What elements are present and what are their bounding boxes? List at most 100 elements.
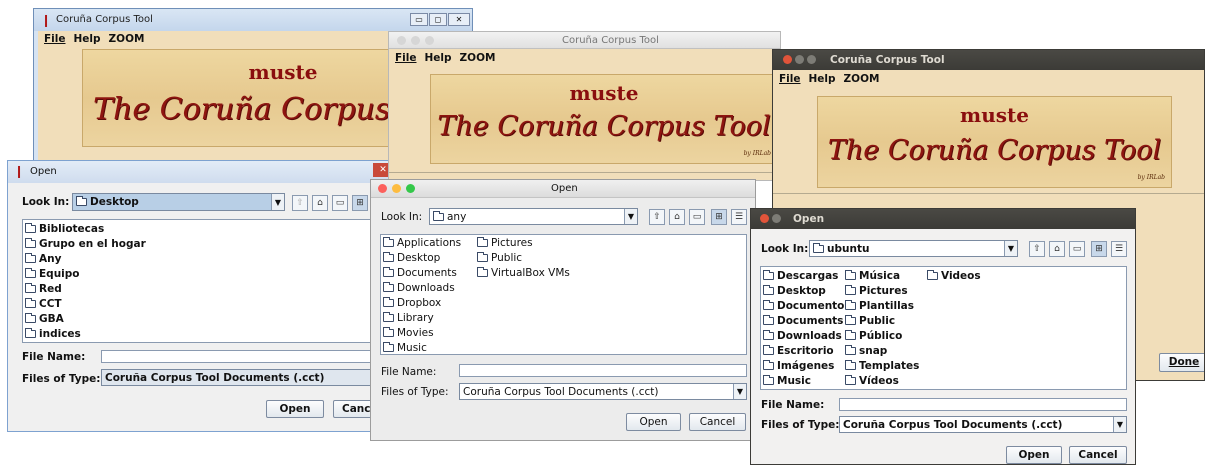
list-item[interactable]: Música — [845, 270, 900, 282]
chevron-down-icon[interactable]: ▼ — [624, 209, 637, 224]
minimize-button[interactable] — [795, 55, 804, 64]
list-item[interactable]: Bibliotecas — [25, 223, 104, 235]
list-item[interactable]: Templates — [845, 360, 919, 372]
chevron-down-icon[interactable]: ▼ — [1113, 417, 1126, 432]
chevron-down-icon[interactable]: ▼ — [733, 384, 746, 399]
list-item[interactable]: Any — [25, 253, 61, 265]
list-item[interactable]: Pictures — [477, 237, 533, 249]
list-item[interactable]: Music — [383, 342, 427, 354]
files-of-type-value: Coruña Corpus Tool Documents (.cct) — [843, 418, 1063, 431]
menu-zoom[interactable]: ZOOM — [109, 33, 145, 45]
list-item[interactable]: Equipo — [25, 268, 80, 280]
maximize-button[interactable]: ◻ — [429, 13, 447, 26]
up-folder-icon[interactable]: ⇧ — [649, 209, 665, 225]
file-list[interactable]: Applications Desktop Documents Downloads… — [380, 234, 747, 355]
list-item[interactable]: Escritorio — [763, 345, 834, 357]
list-item[interactable]: snap — [845, 345, 887, 357]
file-list[interactable]: Descargas Desktop Documentos Documents D… — [760, 266, 1127, 390]
minimize-button[interactable]: ▭ — [410, 13, 428, 26]
list-item[interactable]: Desktop — [383, 252, 440, 264]
look-in-combo[interactable]: any ▼ — [429, 208, 638, 225]
list-item[interactable]: Public — [477, 252, 522, 264]
chevron-down-icon[interactable]: ▼ — [1004, 241, 1017, 256]
list-item[interactable]: Pictures — [845, 285, 908, 297]
list-view-icon[interactable]: ⊞ — [1091, 241, 1107, 257]
open-button[interactable]: Open — [626, 413, 681, 431]
list-item[interactable]: Desktop — [763, 285, 826, 297]
folder-icon — [763, 270, 774, 280]
close-button[interactable] — [783, 55, 792, 64]
file-name-field[interactable] — [839, 398, 1127, 411]
details-view-icon[interactable]: ☰ — [731, 209, 747, 225]
list-item[interactable]: Music — [763, 375, 811, 387]
close-button[interactable] — [760, 214, 769, 223]
file-name-field[interactable] — [459, 364, 747, 377]
menu-file[interactable]: File — [44, 33, 66, 45]
menu-file[interactable]: File — [395, 52, 417, 64]
close-button[interactable] — [397, 36, 406, 45]
done-button[interactable]: Done — [1159, 353, 1204, 372]
list-item[interactable]: Documents — [383, 267, 457, 279]
minimize-button[interactable] — [772, 214, 781, 223]
minimize-button[interactable] — [392, 184, 401, 193]
folder-icon — [763, 360, 774, 370]
open-button[interactable]: Open — [1006, 446, 1062, 464]
home-icon[interactable]: ⌂ — [312, 195, 328, 211]
list-item[interactable]: Downloads — [763, 330, 842, 342]
list-item[interactable]: indices — [25, 328, 81, 340]
file-list[interactable]: Bibliotecas Grupo en el hogar Any Equipo… — [22, 219, 391, 343]
menu-zoom[interactable]: ZOOM — [460, 52, 496, 64]
up-folder-icon[interactable]: ⇧ — [292, 195, 308, 211]
list-item[interactable]: Library — [383, 312, 434, 324]
new-folder-icon[interactable]: ▭ — [1069, 241, 1085, 257]
zoom-button[interactable] — [406, 184, 415, 193]
list-item[interactable]: Public — [845, 315, 895, 327]
list-item[interactable]: Applications — [383, 237, 461, 249]
chevron-down-icon[interactable]: ▼ — [271, 194, 284, 210]
list-item[interactable]: Documents — [763, 315, 843, 327]
list-item[interactable]: GBA — [25, 313, 64, 325]
minimize-button[interactable] — [411, 36, 420, 45]
list-item[interactable]: Público — [845, 330, 902, 342]
list-item[interactable]: Documentos — [763, 300, 851, 312]
list-view-icon[interactable]: ⊞ — [352, 195, 368, 211]
list-item[interactable]: VirtualBox VMs — [477, 267, 570, 279]
files-of-type-combo[interactable]: Coruña Corpus Tool Documents (.cct) ▼ — [459, 383, 747, 400]
list-item[interactable]: Descargas — [763, 270, 838, 282]
maximize-button[interactable] — [807, 55, 816, 64]
list-item[interactable]: Videos — [927, 270, 981, 282]
close-button[interactable] — [378, 184, 387, 193]
menu-help[interactable]: Help — [425, 52, 452, 64]
menu-file[interactable]: File — [779, 73, 801, 85]
new-folder-icon[interactable]: ▭ — [332, 195, 348, 211]
list-item[interactable]: Downloads — [383, 282, 455, 294]
details-view-icon[interactable]: ☰ — [1111, 241, 1127, 257]
list-item[interactable]: Vídeos — [845, 375, 899, 387]
menu-help[interactable]: Help — [809, 73, 836, 85]
menu-zoom[interactable]: ZOOM — [844, 73, 880, 85]
zoom-button[interactable] — [425, 36, 434, 45]
list-item[interactable]: Imágenes — [763, 360, 834, 372]
list-item[interactable]: CCT — [25, 298, 62, 310]
list-item[interactable]: Dropbox — [383, 297, 441, 309]
dialog-title: Open — [551, 183, 578, 194]
open-button[interactable]: Open — [266, 400, 324, 418]
new-folder-icon[interactable]: ▭ — [689, 209, 705, 225]
files-of-type-combo[interactable]: Coruña Corpus Tool Documents (.cct) ▼ — [839, 416, 1127, 433]
look-in-combo[interactable]: Desktop ▼ — [72, 193, 285, 211]
list-item[interactable]: Grupo en el hogar — [25, 238, 146, 250]
close-button[interactable]: ✕ — [448, 13, 470, 26]
files-of-type-combo[interactable]: Coruña Corpus Tool Documents (.cct) — [101, 369, 391, 386]
home-icon[interactable]: ⌂ — [1049, 241, 1065, 257]
home-icon[interactable]: ⌂ — [669, 209, 685, 225]
up-folder-icon[interactable]: ⇧ — [1029, 241, 1045, 257]
cancel-button[interactable]: Cancel — [689, 413, 746, 431]
list-item[interactable]: Plantillas — [845, 300, 914, 312]
menu-help[interactable]: Help — [74, 33, 101, 45]
list-item[interactable]: Red — [25, 283, 62, 295]
cancel-button[interactable]: Cancel — [1069, 446, 1127, 464]
file-name-field[interactable] — [101, 350, 391, 363]
look-in-combo[interactable]: ubuntu ▼ — [809, 240, 1018, 257]
list-item[interactable]: Movies — [383, 327, 434, 339]
list-view-icon[interactable]: ⊞ — [711, 209, 727, 225]
